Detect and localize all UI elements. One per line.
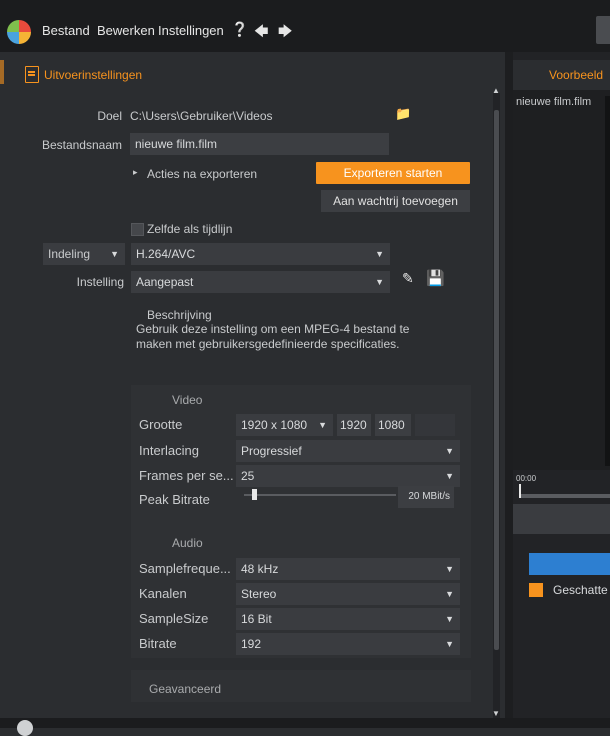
bitrate-slider-handle[interactable]: [252, 489, 257, 500]
samplefreq-value: 48 kHz: [241, 562, 279, 576]
fps-value: 25: [241, 469, 255, 483]
indeling-label: Indeling: [48, 247, 91, 261]
audio-bitrate-dropdown[interactable]: 192 ▼: [236, 633, 460, 655]
chevron-down-icon: ▼: [445, 564, 454, 574]
chevron-down-icon: ▼: [375, 277, 384, 287]
samplesize-value: 16 Bit: [241, 612, 272, 626]
beschrijving-title: Beschrijving: [147, 308, 212, 322]
scrollbar-thumb[interactable]: [494, 110, 499, 650]
undo-icon[interactable]: 🡄: [254, 21, 268, 45]
estimate-progress-bar: [529, 553, 610, 575]
chevron-down-icon: ▼: [445, 471, 454, 481]
transport-controls[interactable]: [513, 504, 610, 534]
panel-divider[interactable]: [505, 52, 513, 728]
folder-icon[interactable]: 📁: [395, 106, 411, 122]
scroll-down-icon[interactable]: ▼: [492, 709, 500, 718]
format-dropdown[interactable]: H.264/AVC ▼: [131, 243, 390, 265]
bitrate-value-field[interactable]: 20 MBit/s: [398, 486, 454, 508]
samplefreq-dropdown[interactable]: 48 kHz ▼: [236, 558, 460, 580]
video-section-title: Video: [172, 393, 203, 407]
size-dropdown[interactable]: 1920 x 1080 ▼: [236, 414, 333, 436]
chevron-down-icon: ▼: [110, 249, 119, 259]
export-start-button[interactable]: Exporteren starten: [316, 162, 470, 184]
width-input[interactable]: 1920: [337, 414, 371, 436]
interlacing-label: Interlacing: [139, 443, 199, 458]
same-as-timeline-label: Zelfde als tijdlijn: [147, 222, 233, 236]
menu-bestand[interactable]: Bestand: [42, 23, 90, 38]
doel-path: C:\Users\Gebruiker\Videos: [130, 109, 273, 123]
audio-bitrate-label: Bitrate: [139, 636, 177, 651]
preview-area: [513, 90, 610, 470]
preview-file-name: nieuwe film.film: [516, 96, 592, 108]
height-input[interactable]: 1080: [375, 414, 411, 436]
format-value: H.264/AVC: [136, 247, 196, 261]
channels-dropdown[interactable]: Stereo ▼: [236, 583, 460, 605]
samplesize-label: SampleSize: [139, 611, 209, 626]
timecode: 00:00: [516, 474, 537, 483]
chevron-down-icon: ▼: [445, 639, 454, 649]
menu-instellingen[interactable]: Instellingen: [158, 23, 224, 38]
channels-value: Stereo: [241, 587, 277, 601]
instelling-label: Instelling: [76, 275, 124, 289]
chevron-down-icon: ▼: [445, 589, 454, 599]
size-value: 1920 x 1080: [241, 418, 308, 432]
doel-label: Doel: [97, 109, 122, 123]
redo-icon[interactable]: 🡆: [278, 21, 292, 45]
chevron-down-icon: ▼: [375, 249, 384, 259]
menubar: [0, 0, 610, 52]
legend-label: Geschatte: [553, 583, 608, 597]
acties-label[interactable]: Acties na exporteren: [147, 167, 257, 181]
tab-preview-label[interactable]: Voorbeeld: [549, 68, 603, 82]
same-as-timeline-checkbox[interactable]: [131, 223, 144, 236]
status-bar: [0, 718, 610, 728]
scroll-up-icon[interactable]: ▲: [492, 86, 500, 95]
edit-icon[interactable]: ✎: [402, 270, 414, 287]
app-logo-icon[interactable]: [7, 20, 31, 44]
filename-input[interactable]: nieuwe film.film: [130, 133, 389, 155]
audio-section-title: Audio: [172, 536, 203, 550]
bestandsnaam-label: Bestandsnaam: [41, 138, 122, 152]
save-icon[interactable]: 💾: [426, 269, 445, 287]
document-icon: [25, 66, 39, 83]
scrubber-track[interactable]: [519, 494, 610, 498]
grootte-label: Grootte: [139, 417, 183, 432]
help-icon[interactable]: ❔: [231, 21, 248, 38]
preset-dropdown[interactable]: Aangepast ▼: [131, 271, 390, 293]
window-control-button[interactable]: [596, 16, 610, 44]
chevron-down-icon: ▼: [318, 420, 327, 430]
menu-bewerken[interactable]: Bewerken: [97, 23, 155, 38]
interlacing-dropdown[interactable]: Progressief ▼: [236, 440, 460, 462]
preset-value: Aangepast: [136, 275, 194, 289]
chevron-down-icon: ▼: [445, 446, 454, 456]
bitrate-slider-track[interactable]: [244, 494, 396, 496]
fps-label: Frames per se...: [139, 468, 234, 483]
beschrijving-text: Gebruik deze instelling om een MPEG-4 be…: [136, 322, 410, 351]
chevron-down-icon: ▼: [445, 614, 454, 624]
playhead[interactable]: [519, 484, 521, 498]
preview-canvas: [605, 96, 610, 466]
panel-collapse-handle[interactable]: [0, 60, 4, 84]
panel-title: Uitvoerinstellingen: [44, 68, 143, 82]
expand-arrow-icon[interactable]: ▸: [133, 167, 138, 178]
interlacing-value: Progressief: [241, 444, 302, 458]
audio-bitrate-value: 192: [241, 637, 262, 651]
fps-dropdown[interactable]: 25 ▼: [236, 465, 460, 487]
add-to-queue-button[interactable]: Aan wachtrij toevoegen: [321, 190, 470, 212]
samplesize-dropdown[interactable]: 16 Bit ▼: [236, 608, 460, 630]
advanced-section-title[interactable]: Geavanceerd: [149, 682, 221, 696]
indeling-dropdown[interactable]: Indeling ▼: [43, 243, 125, 265]
status-indicator-icon: [17, 720, 33, 736]
peak-bitrate-label: Peak Bitrate: [139, 492, 210, 507]
kanalen-label: Kanalen: [139, 586, 187, 601]
samplefreq-label: Samplefreque...: [139, 561, 231, 576]
legend-swatch: [529, 583, 543, 597]
aspect-lock-button[interactable]: [415, 414, 455, 436]
